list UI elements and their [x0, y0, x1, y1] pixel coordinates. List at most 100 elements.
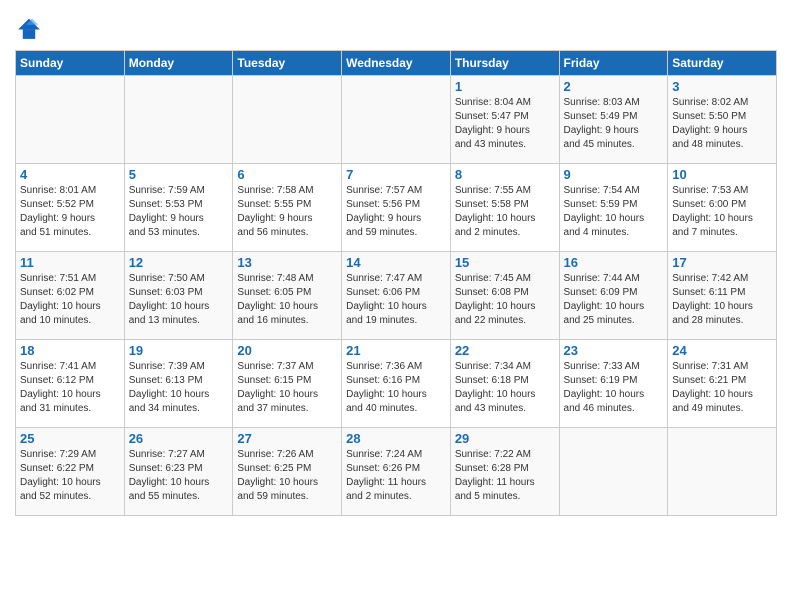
calendar-header: SundayMondayTuesdayWednesdayThursdayFrid… [16, 51, 777, 76]
day-number: 10 [672, 167, 772, 182]
day-cell: 4 Sunrise: 8:01 AM Sunset: 5:52 PM Daylig… [16, 164, 125, 252]
day-number: 20 [237, 343, 337, 358]
header-cell-wednesday: Wednesday [342, 51, 451, 76]
day-number: 22 [455, 343, 555, 358]
day-cell: 25 Sunrise: 7:29 AM Sunset: 6:22 PM Dayli… [16, 428, 125, 516]
day-cell: 3Sunrise: 8:02 AM Sunset: 5:50 PM Daylig… [668, 76, 777, 164]
header-cell-tuesday: Tuesday [233, 51, 342, 76]
day-info: Sunrise: 7:27 AM Sunset: 6:23 PM Dayligh… [129, 448, 229, 504]
day-number: 25 [20, 431, 120, 446]
day-number: 14 [346, 255, 446, 270]
day-cell: 28 Sunrise: 7:24 AM Sunset: 6:26 PM Dayli… [342, 428, 451, 516]
day-number: 16 [564, 255, 664, 270]
page: SundayMondayTuesdayWednesdayThursdayFrid… [0, 0, 792, 612]
day-number: 28 [346, 431, 446, 446]
day-number: 8 [455, 167, 555, 182]
day-info: Sunrise: 7:50 AM Sunset: 6:03 PM Dayligh… [129, 272, 229, 328]
day-cell [124, 76, 233, 164]
day-number: 24 [672, 343, 772, 358]
day-number: 15 [455, 255, 555, 270]
day-info: Sunrise: 7:34 AM Sunset: 6:18 PM Dayligh… [455, 360, 555, 416]
day-info: Sunrise: 7:41 AM Sunset: 6:12 PM Dayligh… [20, 360, 120, 416]
week-row-1: 4 Sunrise: 8:01 AM Sunset: 5:52 PM Daylig… [16, 164, 777, 252]
week-row-4: 25 Sunrise: 7:29 AM Sunset: 6:22 PM Dayli… [16, 428, 777, 516]
day-cell [342, 76, 451, 164]
day-number: 18 [20, 343, 120, 358]
day-info: Sunrise: 7:26 AM Sunset: 6:25 PM Dayligh… [237, 448, 337, 504]
day-cell [559, 428, 668, 516]
day-number: 9 [564, 167, 664, 182]
day-cell: 21Sunrise: 7:36 AM Sunset: 6:16 PM Dayli… [342, 340, 451, 428]
day-cell: 1Sunrise: 8:04 AM Sunset: 5:47 PM Daylig… [450, 76, 559, 164]
day-info: Sunrise: 7:58 AM Sunset: 5:55 PM Dayligh… [237, 184, 337, 240]
day-number: 7 [346, 167, 446, 182]
day-info: Sunrise: 7:44 AM Sunset: 6:09 PM Dayligh… [564, 272, 664, 328]
day-number: 26 [129, 431, 229, 446]
day-info: Sunrise: 8:04 AM Sunset: 5:47 PM Dayligh… [455, 96, 555, 152]
day-cell: 5 Sunrise: 7:59 AM Sunset: 5:53 PM Daylig… [124, 164, 233, 252]
day-info: Sunrise: 7:39 AM Sunset: 6:13 PM Dayligh… [129, 360, 229, 416]
logo-icon [15, 14, 43, 42]
day-cell: 17Sunrise: 7:42 AM Sunset: 6:11 PM Dayli… [668, 252, 777, 340]
day-info: Sunrise: 8:01 AM Sunset: 5:52 PM Dayligh… [20, 184, 120, 240]
day-number: 17 [672, 255, 772, 270]
calendar-table: SundayMondayTuesdayWednesdayThursdayFrid… [15, 50, 777, 516]
day-cell: 10 Sunrise: 7:53 AM Sunset: 6:00 PM Dayli… [668, 164, 777, 252]
day-cell: 14 Sunrise: 7:47 AM Sunset: 6:06 PM Dayli… [342, 252, 451, 340]
day-cell: 12 Sunrise: 7:50 AM Sunset: 6:03 PM Dayli… [124, 252, 233, 340]
day-number: 29 [455, 431, 555, 446]
header-cell-thursday: Thursday [450, 51, 559, 76]
day-cell: 13 Sunrise: 7:48 AM Sunset: 6:05 PM Dayli… [233, 252, 342, 340]
header-cell-friday: Friday [559, 51, 668, 76]
day-info: Sunrise: 7:31 AM Sunset: 6:21 PM Dayligh… [672, 360, 772, 416]
day-info: Sunrise: 7:51 AM Sunset: 6:02 PM Dayligh… [20, 272, 120, 328]
day-info: Sunrise: 7:54 AM Sunset: 5:59 PM Dayligh… [564, 184, 664, 240]
day-cell: 6Sunrise: 7:58 AM Sunset: 5:55 PM Daylig… [233, 164, 342, 252]
day-number: 5 [129, 167, 229, 182]
day-info: Sunrise: 7:24 AM Sunset: 6:26 PM Dayligh… [346, 448, 446, 504]
day-number: 3 [672, 79, 772, 94]
day-info: Sunrise: 7:53 AM Sunset: 6:00 PM Dayligh… [672, 184, 772, 240]
day-number: 11 [20, 255, 120, 270]
day-cell: 7 Sunrise: 7:57 AM Sunset: 5:56 PM Daylig… [342, 164, 451, 252]
day-cell: 23Sunrise: 7:33 AM Sunset: 6:19 PM Dayli… [559, 340, 668, 428]
day-cell: 20 Sunrise: 7:37 AM Sunset: 6:15 PM Dayli… [233, 340, 342, 428]
day-info: Sunrise: 7:45 AM Sunset: 6:08 PM Dayligh… [455, 272, 555, 328]
header-cell-monday: Monday [124, 51, 233, 76]
day-cell: 26 Sunrise: 7:27 AM Sunset: 6:23 PM Dayli… [124, 428, 233, 516]
day-number: 19 [129, 343, 229, 358]
day-number: 12 [129, 255, 229, 270]
day-cell [233, 76, 342, 164]
day-cell: 2Sunrise: 8:03 AM Sunset: 5:49 PM Daylig… [559, 76, 668, 164]
day-info: Sunrise: 7:29 AM Sunset: 6:22 PM Dayligh… [20, 448, 120, 504]
day-cell: 15 Sunrise: 7:45 AM Sunset: 6:08 PM Dayli… [450, 252, 559, 340]
day-number: 2 [564, 79, 664, 94]
day-info: Sunrise: 7:22 AM Sunset: 6:28 PM Dayligh… [455, 448, 555, 504]
day-info: Sunrise: 7:57 AM Sunset: 5:56 PM Dayligh… [346, 184, 446, 240]
calendar-body: 1Sunrise: 8:04 AM Sunset: 5:47 PM Daylig… [16, 76, 777, 516]
day-cell: 24 Sunrise: 7:31 AM Sunset: 6:21 PM Dayli… [668, 340, 777, 428]
week-row-3: 18 Sunrise: 7:41 AM Sunset: 6:12 PM Dayli… [16, 340, 777, 428]
day-number: 4 [20, 167, 120, 182]
day-cell [668, 428, 777, 516]
day-info: Sunrise: 7:48 AM Sunset: 6:05 PM Dayligh… [237, 272, 337, 328]
day-cell [16, 76, 125, 164]
day-cell: 27Sunrise: 7:26 AM Sunset: 6:25 PM Dayli… [233, 428, 342, 516]
header [15, 10, 777, 42]
week-row-2: 11 Sunrise: 7:51 AM Sunset: 6:02 PM Dayli… [16, 252, 777, 340]
day-cell: 8 Sunrise: 7:55 AM Sunset: 5:58 PM Daylig… [450, 164, 559, 252]
day-info: Sunrise: 7:33 AM Sunset: 6:19 PM Dayligh… [564, 360, 664, 416]
week-row-0: 1Sunrise: 8:04 AM Sunset: 5:47 PM Daylig… [16, 76, 777, 164]
day-number: 13 [237, 255, 337, 270]
day-info: Sunrise: 7:59 AM Sunset: 5:53 PM Dayligh… [129, 184, 229, 240]
day-number: 21 [346, 343, 446, 358]
day-info: Sunrise: 7:47 AM Sunset: 6:06 PM Dayligh… [346, 272, 446, 328]
day-cell: 22 Sunrise: 7:34 AM Sunset: 6:18 PM Dayli… [450, 340, 559, 428]
header-cell-sunday: Sunday [16, 51, 125, 76]
day-info: Sunrise: 7:55 AM Sunset: 5:58 PM Dayligh… [455, 184, 555, 240]
header-row: SundayMondayTuesdayWednesdayThursdayFrid… [16, 51, 777, 76]
day-info: Sunrise: 7:37 AM Sunset: 6:15 PM Dayligh… [237, 360, 337, 416]
day-cell: 11 Sunrise: 7:51 AM Sunset: 6:02 PM Dayli… [16, 252, 125, 340]
logo [15, 14, 45, 42]
day-cell: 19 Sunrise: 7:39 AM Sunset: 6:13 PM Dayli… [124, 340, 233, 428]
